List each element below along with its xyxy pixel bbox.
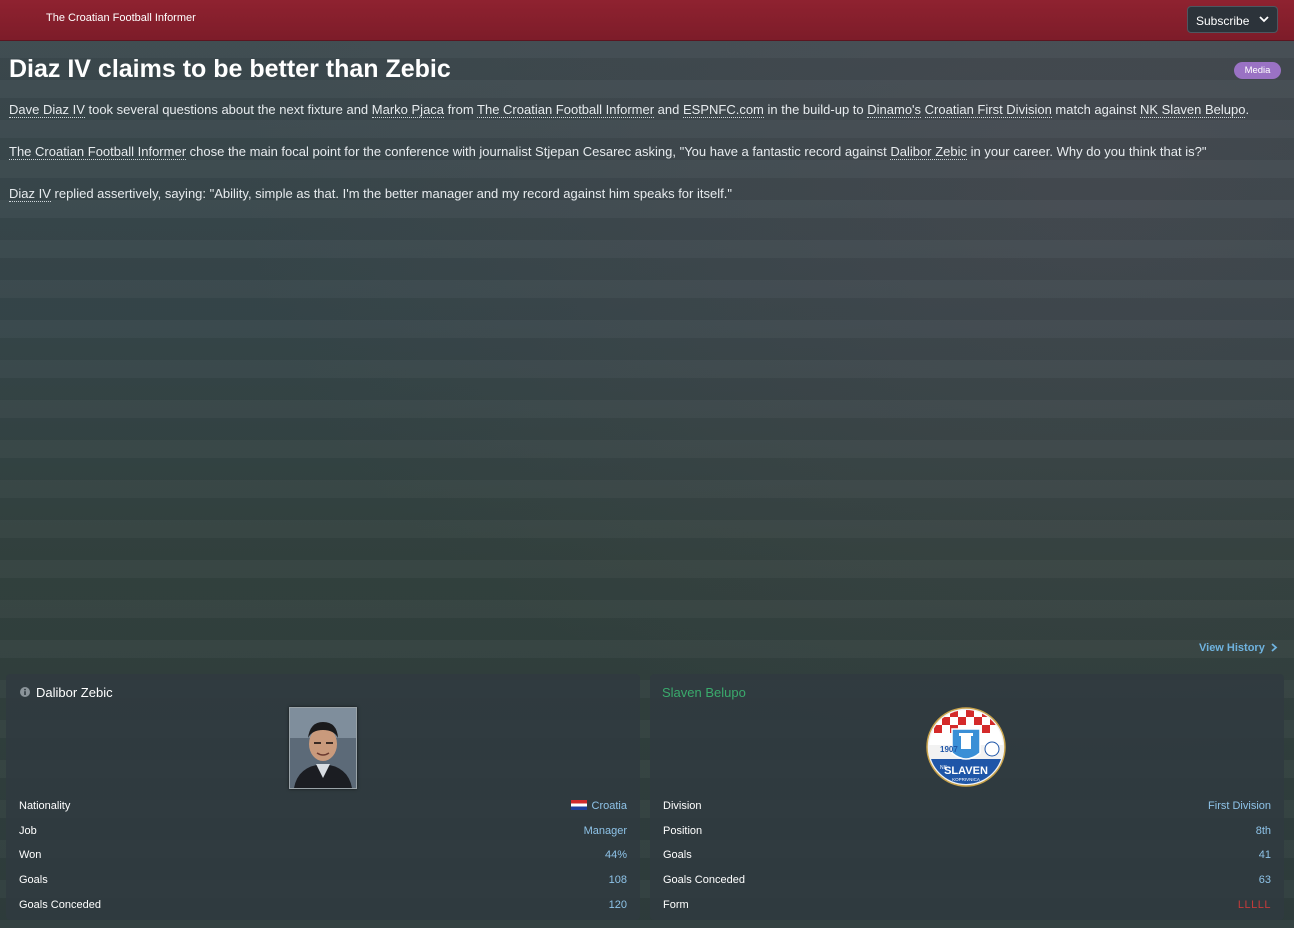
manager-panel: Dalibor Zebic Nationality Croatia Job Ma…	[6, 674, 640, 920]
nationality-value[interactable]: Croatia	[592, 800, 627, 812]
link-dave-diaz[interactable]: Dave Diaz IV	[9, 102, 85, 118]
article-body: Dave Diaz IV took several questions abou…	[9, 99, 1281, 225]
stat-row-nationality: Nationality Croatia	[19, 797, 627, 822]
text: and	[654, 102, 683, 117]
media-badge: Media	[1234, 62, 1281, 79]
text: in the build-up to	[763, 102, 868, 117]
chevron-down-icon	[1259, 16, 1269, 23]
link-dalibor-zebic[interactable]: Dalibor Zebic	[890, 144, 967, 160]
stat-row-won: Won 44%	[19, 846, 627, 871]
article-paragraph: Dave Diaz IV took several questions abou…	[9, 99, 1281, 120]
link-croatian-football-informer[interactable]: The Croatian Football Informer	[9, 144, 187, 160]
info-icon[interactable]	[20, 687, 30, 697]
stat-label: Won	[19, 849, 42, 862]
form-value: LLLLL	[1237, 898, 1271, 911]
croatia-flag-icon	[570, 800, 587, 810]
chevron-right-icon	[1271, 643, 1278, 652]
stat-value: 120	[608, 898, 627, 911]
portrait-image	[290, 708, 356, 788]
article-paragraph: The Croatian Football Informer chose the…	[9, 141, 1281, 162]
text: .	[1245, 102, 1250, 117]
stat-label: Job	[19, 824, 37, 837]
subscribe-label: Subscribe	[1196, 14, 1250, 28]
text: took several questions about the next fi…	[84, 102, 372, 117]
stat-label: Nationality	[19, 800, 71, 812]
stat-label: Division	[663, 800, 702, 812]
stat-label: Goals	[19, 874, 48, 887]
stat-value: 63	[1258, 874, 1271, 887]
stat-value[interactable]: First Division	[1208, 800, 1271, 812]
club-stats: Division First Division Position 8th Goa…	[663, 797, 1271, 920]
link-croatian-first-division[interactable]: Croatian First Division	[924, 102, 1052, 118]
stat-value: 108	[608, 874, 627, 887]
stat-label: Goals Conceded	[19, 898, 101, 911]
text: from	[444, 102, 478, 117]
stat-label: Position	[663, 824, 703, 837]
stat-label: Form	[663, 898, 689, 911]
stat-row-job: Job Manager	[19, 822, 627, 847]
stat-row-goals-conceded: Goals Conceded 63	[663, 871, 1271, 896]
stat-label: Goals	[663, 849, 692, 862]
manager-name[interactable]: Dalibor Zebic	[36, 685, 113, 700]
stat-value: 44%	[604, 849, 627, 862]
stat-row-goals: Goals 108	[19, 871, 627, 896]
text: match against	[1051, 102, 1140, 117]
club-panel: Slaven Belupo 1907 NK SLAVEN KOPRIVNICA …	[650, 674, 1284, 920]
crest-name: SLAVEN	[944, 765, 988, 777]
stat-row-goals: Goals 41	[663, 846, 1271, 871]
source-title: The Croatian Football Informer	[46, 12, 196, 24]
subscribe-button[interactable]: Subscribe	[1187, 6, 1278, 33]
stat-value[interactable]: Croatia	[570, 800, 627, 812]
link-diaz-iv[interactable]: Diaz IV	[9, 186, 51, 202]
article-headline: Diaz IV claims to be better than Zebic	[9, 55, 451, 83]
link-espnfc[interactable]: ESPNFC.com	[682, 102, 764, 118]
article-paragraph: Diaz IV replied assertively, saying: "Ab…	[9, 183, 1281, 204]
link-marko-pjaca[interactable]: Marko Pjaca	[371, 102, 445, 118]
stat-label: Goals Conceded	[663, 874, 745, 887]
stat-value: Manager	[583, 824, 627, 837]
stat-row-goals-conceded: Goals Conceded 120	[19, 896, 627, 921]
text: replied assertively, saying: "Ability, s…	[50, 186, 732, 201]
view-history-link[interactable]: View History	[1199, 642, 1278, 654]
stat-value: 41	[1258, 849, 1271, 862]
stat-row-position: Position 8th	[663, 822, 1271, 847]
stat-row-form: Form LLLLL	[663, 896, 1271, 921]
top-bar: The Croatian Football Informer Subscribe	[0, 0, 1294, 41]
crest-town: KOPRIVNICA	[952, 777, 980, 782]
text: chose the main focal point for the confe…	[186, 144, 891, 159]
stat-value: 8th	[1255, 824, 1271, 837]
link-croatian-football-informer[interactable]: The Croatian Football Informer	[477, 102, 655, 118]
stat-row-division: Division First Division	[663, 797, 1271, 822]
club-crest-icon[interactable]: 1907 NK SLAVEN KOPRIVNICA	[926, 707, 1006, 787]
link-nk-slaven-belupo[interactable]: NK Slaven Belupo	[1139, 102, 1246, 118]
manager-portrait[interactable]	[289, 707, 357, 789]
view-history-label: View History	[1199, 642, 1265, 654]
link-dinamo[interactable]: Dinamo's	[867, 102, 922, 118]
crest-year: 1907	[940, 745, 958, 754]
text: in your career. Why do you think that is…	[967, 144, 1207, 159]
club-name[interactable]: Slaven Belupo	[662, 685, 746, 700]
manager-stats: Nationality Croatia Job Manager Won 44% …	[19, 797, 627, 920]
